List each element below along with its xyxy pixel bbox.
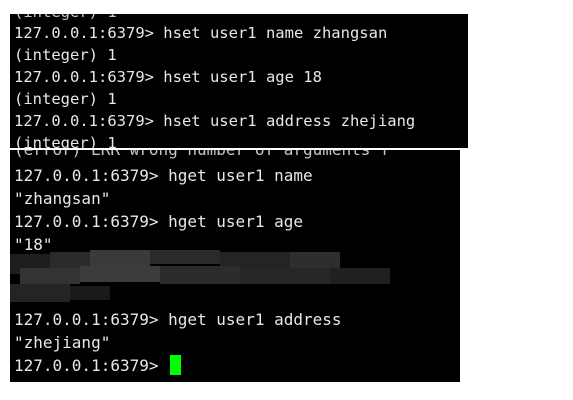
terminal-output-line: "18" <box>14 235 53 254</box>
terminal-output-line: (integer) 1 <box>14 90 117 108</box>
terminal-cursor <box>170 355 182 375</box>
terminal-command-line: 127.0.0.1:6379> hset user1 name zhangsan <box>14 24 388 42</box>
terminal-prompt: 127.0.0.1:6379> <box>14 356 159 375</box>
terminal-command-line: 127.0.0.1:6379> hget user1 age <box>14 212 303 231</box>
terminal-output-line: (integer) 1 <box>14 134 117 148</box>
terminal-window-top: (integer) 1 127.0.0.1:6379> hset user1 n… <box>10 14 468 148</box>
terminal-output-line: "zhangsan" <box>14 189 111 208</box>
terminal-output-line: "zhejiang" <box>14 333 111 352</box>
terminal-output-line: (integer) 1 <box>14 46 117 64</box>
terminal-prompt-line[interactable]: 127.0.0.1:6379> <box>14 355 182 377</box>
terminal-command-line: 127.0.0.1:6379> hset user1 age 18 <box>14 68 322 86</box>
terminal-command-line: 127.0.0.1:6379> hget user1 address <box>14 310 342 329</box>
terminal-command-line: 127.0.0.1:6379> hget user1 name <box>14 166 313 185</box>
terminal-window-bottom[interactable]: (error) ERR wrong number of arguments f … <box>10 150 460 382</box>
terminal-partial-line: (error) ERR wrong number of arguments f <box>14 150 390 161</box>
terminal-command-line: 127.0.0.1:6379> hset user1 address zheji… <box>14 112 416 130</box>
